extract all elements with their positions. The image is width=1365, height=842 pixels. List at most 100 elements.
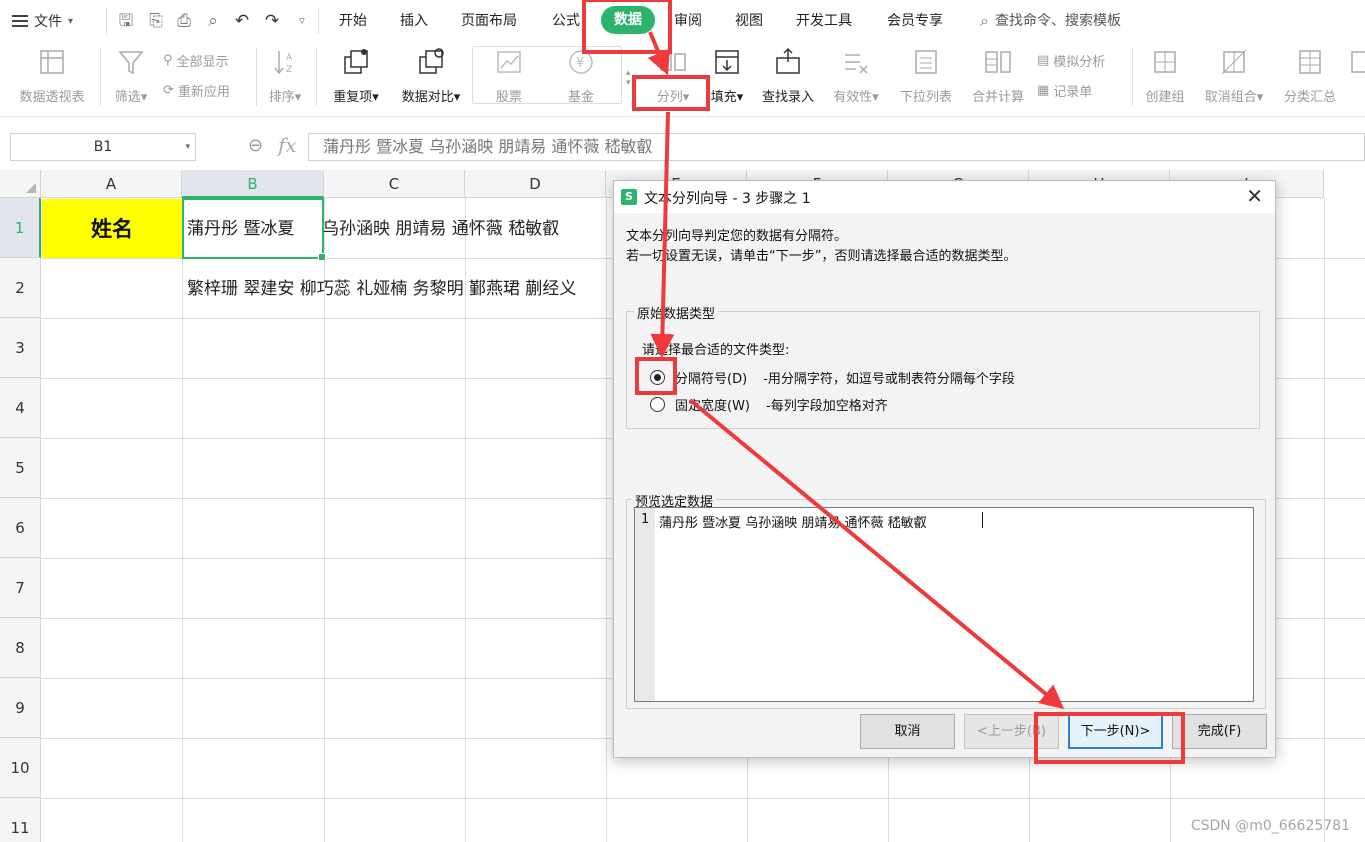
- dropdown-list-icon: [910, 46, 942, 78]
- row-header-6[interactable]: 6: [0, 498, 41, 558]
- row-header-10[interactable]: 10: [0, 738, 41, 798]
- preview-area[interactable]: 1 蒲丹彤 暨冰夏 乌孙涵映 朋靖易 通怀薇 嵇敏叡: [634, 507, 1254, 702]
- export-pdf-icon[interactable]: ⎘: [145, 10, 167, 32]
- text-caret: [982, 512, 983, 528]
- file-menu[interactable]: 文件 ▾: [12, 9, 73, 33]
- print-icon[interactable]: ⎙: [173, 10, 195, 32]
- row-header-2[interactable]: 2: [0, 258, 41, 318]
- tab-developer[interactable]: 开发工具: [796, 10, 852, 32]
- column-gridline: [606, 198, 607, 842]
- pivot-table-label: 数据透视表: [19, 90, 85, 105]
- data-ribbon: 数据透视表 筛选▾ ⚲ 全部显示 ⟳ 重新应用 AZ 排序▾ 重复项▾ 数据对比…: [0, 42, 1365, 116]
- row-header-8[interactable]: 8: [0, 618, 41, 678]
- back-button[interactable]: <上一步(B): [964, 714, 1059, 749]
- save-icon[interactable]: 🖫: [115, 10, 137, 32]
- row-header-5[interactable]: 5: [0, 438, 41, 498]
- data-form-button[interactable]: ▦ 记录单: [1037, 80, 1092, 100]
- fill-down-icon: [711, 46, 743, 78]
- formula-input[interactable]: 蒲丹彤 暨冰夏 乌孙涵映 朋靖易 通怀薇 嵇敏叡: [308, 133, 1365, 161]
- yen-coin-icon: ¥: [565, 46, 597, 78]
- text-to-columns-dialog: S 文本分列向导 - 3 步骤之 1 ✕ 文本分列向导判定您的数据有分隔符。 若…: [613, 180, 1276, 758]
- validity-icon: [840, 46, 872, 78]
- data-compare-icon: [415, 46, 447, 78]
- dropdown-list-label: 下拉列表: [899, 90, 952, 105]
- stock-button[interactable]: 股票: [480, 46, 538, 110]
- svg-text:Z: Z: [286, 65, 292, 75]
- row-header-9[interactable]: 9: [0, 678, 41, 738]
- chevron-down-icon: ▾: [68, 15, 74, 27]
- next-button[interactable]: 下一步(N)>: [1068, 714, 1163, 749]
- selected-cell-b1[interactable]: [182, 198, 326, 261]
- duplicates-button[interactable]: 重复项▾: [326, 46, 386, 110]
- pivot-table-button[interactable]: 数据透视表: [10, 46, 94, 110]
- wps-spreadsheet-window: 文件 ▾ 🖫 ⎘ ⎙ ⌕ ↶ ↷ ▿ 开始 插入 页面布局 公式 数据 审阅 视…: [0, 0, 1365, 842]
- column-header-b[interactable]: B: [182, 170, 324, 198]
- lookup-entry-button[interactable]: 查找录入: [756, 46, 820, 110]
- dropdown-list-button[interactable]: 下拉列表: [894, 46, 958, 110]
- tab-review[interactable]: 审阅: [674, 10, 702, 32]
- cell-a1[interactable]: 姓名: [42, 199, 182, 258]
- tab-home[interactable]: 开始: [339, 10, 367, 32]
- function-icon[interactable]: fx: [278, 133, 297, 157]
- column-header-c[interactable]: C: [324, 170, 465, 198]
- data-compare-label: 数据对比▾: [401, 90, 461, 105]
- column-header-a[interactable]: A: [41, 170, 182, 198]
- print-preview-icon[interactable]: ⌕: [202, 10, 224, 32]
- gallery-scroll-icon[interactable]: ▴ ▾: [626, 68, 631, 88]
- cell-reference: B1: [93, 139, 113, 155]
- name-box[interactable]: B1 ▾: [10, 133, 196, 161]
- row-header-1[interactable]: 1: [0, 198, 41, 258]
- cancel-button[interactable]: 取消: [860, 714, 955, 749]
- row-header-11[interactable]: 11: [0, 798, 41, 842]
- command-search[interactable]: ⌕ 查找命令、搜索模板: [980, 10, 1121, 32]
- formula-bar: B1 ▾ ⊖ fx 蒲丹彤 暨冰夏 乌孙涵映 朋靖易 通怀薇 嵇敏叡: [0, 116, 1365, 170]
- row-header-7[interactable]: 7: [0, 558, 41, 618]
- tab-view[interactable]: 视图: [735, 10, 763, 32]
- create-group-button[interactable]: 创建组: [1140, 46, 1190, 110]
- row-header-3[interactable]: 3: [0, 318, 41, 378]
- undo-icon[interactable]: ↶: [231, 10, 253, 32]
- more-ribbon-glyph: [1348, 46, 1365, 78]
- sort-button[interactable]: AZ 排序▾: [262, 46, 308, 110]
- reapply-button[interactable]: ⟳ 重新应用: [163, 80, 230, 100]
- svg-text:¥: ¥: [576, 56, 584, 71]
- fund-button[interactable]: ¥ 基金: [552, 46, 610, 110]
- customize-toolbar-icon[interactable]: ▿: [291, 10, 313, 32]
- select-all-corner[interactable]: [0, 170, 41, 198]
- what-if-analysis-button[interactable]: ▤ 模拟分析: [1037, 50, 1105, 70]
- lookup-entry-label: 查找录入: [761, 90, 814, 105]
- show-all-button[interactable]: ⚲ 全部显示: [163, 50, 229, 70]
- column-header-d[interactable]: D: [465, 170, 606, 198]
- finish-button[interactable]: 完成(F): [1172, 714, 1267, 749]
- dialog-titlebar: S 文本分列向导 - 3 步骤之 1 ✕: [614, 181, 1275, 213]
- tab-member[interactable]: 会员专享: [887, 10, 943, 32]
- radio-fixed-width[interactable]: 固定宽度(W) -每列字段加空格对齐: [650, 394, 888, 414]
- filter-icon: [115, 46, 147, 78]
- redo-icon[interactable]: ↷: [261, 10, 283, 32]
- ungroup-label: 取消组合▾: [1204, 90, 1264, 105]
- ungroup-button[interactable]: 取消组合▾: [1198, 46, 1270, 110]
- tab-formulas[interactable]: 公式: [552, 10, 580, 32]
- zoom-search-icon[interactable]: ⊖: [248, 135, 263, 156]
- close-icon[interactable]: ✕: [1246, 185, 1263, 207]
- tab-data[interactable]: 数据: [601, 6, 655, 34]
- fill-button[interactable]: 填充▾: [706, 46, 748, 110]
- column-gridline: [182, 198, 183, 842]
- search-icon: ⌕: [980, 11, 989, 30]
- radio-delimited[interactable]: 分隔符号(D) -用分隔字符，如逗号或制表符分隔每个字段: [650, 367, 1015, 387]
- radio-selected-icon[interactable]: [650, 369, 665, 385]
- more-ribbon-icon[interactable]: [1348, 46, 1365, 110]
- tab-insert[interactable]: 插入: [400, 10, 428, 32]
- row-gridline: [41, 798, 1365, 799]
- radio-unselected-icon[interactable]: [650, 396, 665, 412]
- row-header-4[interactable]: 4: [0, 378, 41, 438]
- subtotal-button[interactable]: 分类汇总: [1278, 46, 1342, 110]
- split-columns-button[interactable]: 分列▾: [646, 46, 700, 110]
- tab-page-layout[interactable]: 页面布局: [461, 10, 517, 32]
- consolidate-button[interactable]: 合并计算: [966, 46, 1030, 110]
- filter-button[interactable]: 筛选▾: [108, 46, 154, 110]
- data-compare-button[interactable]: 数据对比▾: [394, 46, 468, 110]
- divider: [316, 48, 317, 106]
- stock-label: 股票: [495, 90, 522, 105]
- validity-button[interactable]: 有效性▾: [828, 46, 884, 110]
